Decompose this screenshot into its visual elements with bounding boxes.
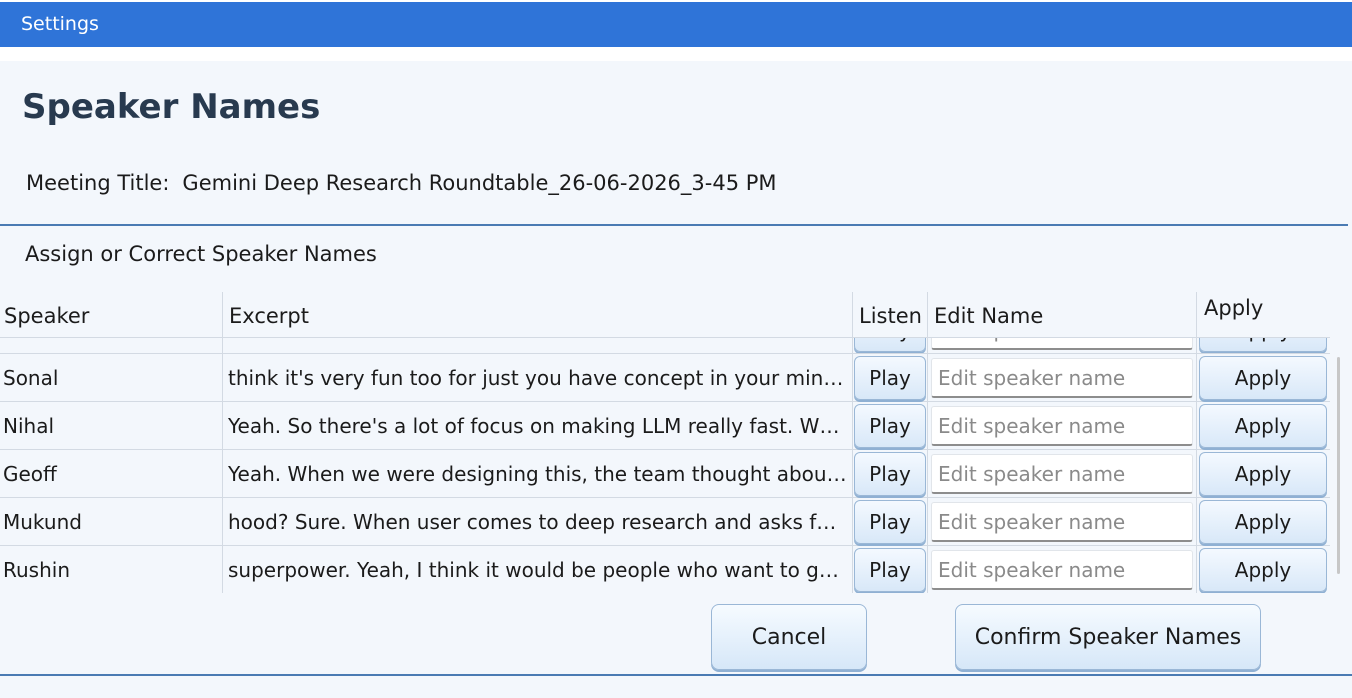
table-row: Sonal think it's very fun too for just y…: [0, 354, 1330, 402]
apply-button[interactable]: Apply: [1199, 452, 1327, 496]
play-button[interactable]: Play: [854, 338, 926, 352]
speaker-excerpt: superpower. Yeah, I think it would be pe…: [228, 558, 848, 582]
section-divider: [0, 224, 1348, 226]
edit-name-input[interactable]: [931, 338, 1193, 350]
window-title: Settings: [21, 13, 99, 35]
window-titlebar: Settings: [0, 2, 1352, 47]
column-header-edit-name[interactable]: Edit Name: [934, 304, 1043, 328]
apply-button[interactable]: Apply: [1199, 500, 1327, 544]
column-header-excerpt[interactable]: Excerpt: [229, 304, 309, 328]
speaker-name: Sonal: [3, 366, 59, 390]
footer-divider: [0, 674, 1352, 676]
edit-name-input[interactable]: [931, 406, 1193, 446]
edit-name-input[interactable]: [931, 502, 1193, 542]
table-row: Nihal Yeah. So there's a lot of focus on…: [0, 402, 1330, 450]
meeting-title-row: Meeting Title: Gemini Deep Research Round…: [26, 171, 777, 195]
table-row: Mukund hood? Sure. When user comes to de…: [0, 498, 1330, 546]
play-button[interactable]: Play: [854, 548, 926, 592]
edit-name-input[interactable]: [931, 454, 1193, 494]
edit-name-input[interactable]: [931, 550, 1193, 590]
confirm-speaker-names-button[interactable]: Confirm Speaker Names: [955, 604, 1261, 670]
speaker-name: Mukund: [3, 510, 82, 534]
table-scrollbar[interactable]: [1337, 357, 1340, 574]
play-button[interactable]: Play: [854, 356, 926, 400]
speaker-name: Geoff: [3, 462, 57, 486]
apply-button[interactable]: Apply: [1199, 548, 1327, 592]
speaker-excerpt: Yeah. When we were designing this, the t…: [228, 462, 848, 486]
table-row-partial: Play Apply: [0, 338, 1330, 354]
play-button[interactable]: Play: [854, 404, 926, 448]
apply-button[interactable]: Apply: [1199, 404, 1327, 448]
table-row: Geoff Yeah. When we were designing this,…: [0, 450, 1330, 498]
table-row: Rushin superpower. Yeah, I think it woul…: [0, 546, 1330, 593]
speaker-excerpt: think it's very fun too for just you hav…: [228, 366, 848, 390]
speaker-table: Speaker Excerpt Listen Edit Name Apply P…: [0, 292, 1330, 593]
play-button[interactable]: Play: [854, 452, 926, 496]
section-subtitle: Assign or Correct Speaker Names: [25, 242, 377, 266]
cancel-button[interactable]: Cancel: [711, 604, 867, 670]
play-button[interactable]: Play: [854, 500, 926, 544]
speaker-excerpt: hood? Sure. When user comes to deep rese…: [228, 510, 848, 534]
meeting-title-label: Meeting Title:: [26, 171, 170, 195]
apply-button[interactable]: Apply: [1199, 356, 1327, 400]
page-title: Speaker Names: [22, 87, 321, 127]
speaker-name: Rushin: [3, 558, 71, 582]
column-header-apply[interactable]: Apply: [1204, 296, 1263, 320]
column-header-listen[interactable]: Listen: [859, 304, 922, 328]
settings-panel: Speaker Names Meeting Title: Gemini Deep …: [0, 61, 1352, 698]
column-header-speaker[interactable]: Speaker: [4, 304, 89, 328]
edit-name-input[interactable]: [931, 358, 1193, 398]
speaker-excerpt: Yeah. So there's a lot of focus on makin…: [228, 414, 848, 438]
meeting-title-value: Gemini Deep Research Roundtable_26-06-20…: [182, 171, 777, 195]
speaker-name: Nihal: [3, 414, 55, 438]
apply-button[interactable]: Apply: [1199, 338, 1327, 352]
